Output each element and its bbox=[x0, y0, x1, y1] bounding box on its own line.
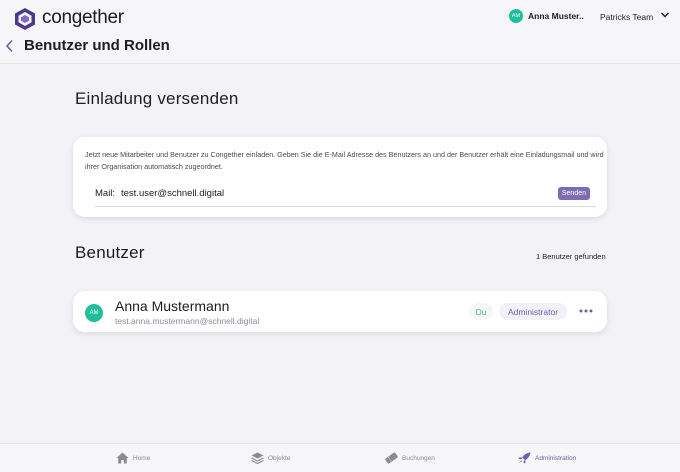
user-count: 1 Benutzer gefunden bbox=[536, 252, 606, 261]
page-title: Benutzer und Rollen bbox=[24, 37, 170, 54]
user-full-name: Anna Mustermann bbox=[115, 298, 230, 314]
nav-label-administration: Administration bbox=[535, 454, 577, 462]
mail-field: Mail: Senden bbox=[95, 185, 596, 207]
nav-label-objekte: Objekte bbox=[268, 454, 291, 462]
send-button[interactable]: Senden bbox=[557, 187, 590, 200]
rocket-icon bbox=[518, 452, 531, 464]
nav-label-buchungen: Buchungen bbox=[402, 454, 435, 462]
user-name: Anna Muster... bbox=[528, 11, 584, 21]
invite-card: Jetzt neue Mitarbeiter und Benutzer zu C… bbox=[73, 137, 607, 217]
team-selector[interactable]: Patricks Team bbox=[600, 12, 653, 22]
nav-item-buchungen[interactable]: Buchungen bbox=[385, 452, 435, 464]
role-badge[interactable]: Administrator bbox=[499, 303, 567, 320]
congether-logo-icon bbox=[15, 8, 35, 30]
avatar: AM bbox=[509, 9, 523, 23]
layers-icon bbox=[251, 452, 264, 464]
users-heading: Benutzer bbox=[75, 243, 145, 262]
invite-description: Jetzt neue Mitarbeiter und Benutzer zu C… bbox=[85, 150, 604, 171]
invite-heading: Einladung versenden bbox=[75, 89, 239, 108]
back-arrow-icon[interactable] bbox=[5, 39, 14, 53]
ticket-icon bbox=[385, 452, 398, 464]
nav-item-home[interactable]: Home bbox=[116, 452, 150, 464]
avatar: AM bbox=[85, 304, 103, 322]
top-bar: congether AM Anna Muster... Patricks Tea… bbox=[0, 0, 680, 64]
more-options-icon[interactable] bbox=[579, 309, 593, 313]
bottom-nav: Home Objekte Buchungen Administration bbox=[0, 443, 680, 472]
brand-name[interactable]: congether bbox=[42, 7, 124, 29]
nav-label-home: Home bbox=[133, 454, 151, 462]
email-field[interactable] bbox=[121, 186, 421, 200]
chevron-down-icon[interactable] bbox=[660, 11, 670, 19]
home-icon bbox=[116, 452, 129, 464]
nav-item-administration[interactable]: Administration bbox=[518, 452, 576, 464]
user-menu[interactable]: AM Anna Muster... bbox=[509, 9, 584, 23]
user-email: test.anna.mustermann@schnell.digital bbox=[115, 316, 260, 326]
nav-item-objekte[interactable]: Objekte bbox=[251, 452, 290, 464]
user-row[interactable]: AM Anna Mustermann test.anna.mustermann@… bbox=[73, 291, 607, 332]
mail-label: Mail: bbox=[95, 188, 116, 199]
self-badge: Du bbox=[469, 303, 493, 320]
